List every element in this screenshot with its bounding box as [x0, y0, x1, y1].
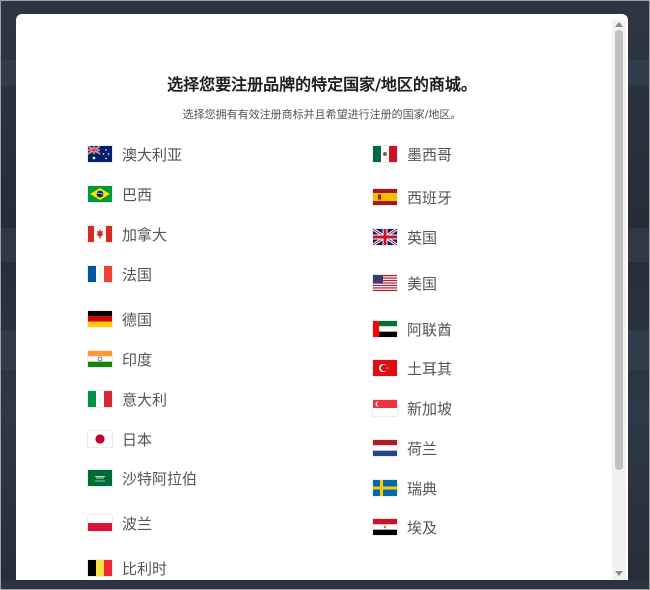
country-option-sweden[interactable]: 瑞典: [373, 476, 437, 500]
country-name: 意大利: [122, 390, 168, 409]
country-option-germany[interactable]: 德国: [88, 307, 152, 331]
country-name: 荷兰: [407, 439, 438, 458]
australia-flag-icon: [88, 146, 112, 162]
united-states-flag-icon: [373, 275, 397, 291]
country-name: 瑞典: [407, 479, 438, 498]
country-option-canada[interactable]: 加拿大: [88, 222, 167, 246]
country-name: 美国: [407, 274, 438, 293]
turkey-flag-icon: [373, 360, 397, 376]
france-flag-icon: [88, 266, 112, 282]
saudi-arabia-flag-icon: [88, 470, 112, 486]
belgium-flag-icon: [88, 560, 112, 576]
country-name: 西班牙: [407, 188, 453, 207]
country-name: 墨西哥: [407, 145, 453, 164]
country-option-australia[interactable]: 澳大利亚: [88, 142, 182, 166]
country-option-france[interactable]: 法国: [88, 262, 152, 286]
country-option-brazil[interactable]: 巴西: [88, 182, 152, 206]
country-name: 波兰: [122, 514, 153, 533]
country-name: 加拿大: [122, 225, 168, 244]
country-name: 阿联酋: [407, 320, 453, 339]
country-option-italy[interactable]: 意大利: [88, 387, 167, 411]
uae-flag-icon: [373, 321, 397, 337]
india-flag-icon: [88, 351, 112, 367]
egypt-flag-icon: [373, 519, 397, 535]
country-name: 印度: [122, 350, 153, 369]
mexico-flag-icon: [373, 146, 397, 162]
spain-flag-icon: [373, 189, 397, 205]
scroll-thumb[interactable]: [615, 30, 623, 470]
country-option-japan[interactable]: 日本: [88, 427, 152, 451]
country-name: 日本: [122, 430, 153, 449]
country-option-egypt[interactable]: 埃及: [373, 515, 437, 539]
scroll-down-arrow-icon[interactable]: [615, 571, 623, 576]
japan-flag-icon: [88, 431, 112, 447]
country-name: 德国: [122, 310, 153, 329]
country-name: 英国: [407, 228, 438, 247]
country-option-singapore[interactable]: 新加坡: [373, 396, 452, 420]
country-select-modal: 选择您要注册品牌的特定国家/地区的商城。 选择您拥有有效注册商标并且希望进行注册…: [16, 14, 628, 580]
italy-flag-icon: [88, 391, 112, 407]
sweden-flag-icon: [373, 480, 397, 496]
country-name: 巴西: [122, 185, 153, 204]
country-option-united-kingdom[interactable]: 英国: [373, 225, 437, 249]
country-option-saudi-arabia[interactable]: 沙特阿拉伯: [88, 466, 197, 490]
country-option-spain[interactable]: 西班牙: [373, 185, 452, 209]
singapore-flag-icon: [373, 400, 397, 416]
modal-scrollbar[interactable]: [612, 20, 626, 580]
backdrop-bottom: [0, 580, 650, 590]
country-option-belgium[interactable]: 比利时: [88, 556, 167, 580]
country-name: 沙特阿拉伯: [122, 469, 198, 488]
country-option-mexico[interactable]: 墨西哥: [373, 142, 452, 166]
country-option-turkey[interactable]: 土耳其: [373, 356, 452, 380]
country-option-netherlands[interactable]: 荷兰: [373, 436, 437, 460]
country-name: 土耳其: [407, 359, 453, 378]
united-kingdom-flag-icon: [373, 229, 397, 245]
scroll-up-arrow-icon[interactable]: [615, 22, 623, 27]
poland-flag-icon: [88, 515, 112, 531]
country-name: 法国: [122, 265, 153, 284]
country-option-india[interactable]: 印度: [88, 347, 152, 371]
modal-title: 选择您要注册品牌的特定国家/地区的商城。: [167, 75, 477, 94]
country-name: 新加坡: [407, 399, 453, 418]
country-option-poland[interactable]: 波兰: [88, 511, 152, 535]
country-name: 比利时: [122, 559, 168, 578]
netherlands-flag-icon: [373, 440, 397, 456]
modal-subtitle: 选择您拥有有效注册商标并且希望进行注册的国家/地区。: [182, 108, 462, 121]
germany-flag-icon: [88, 311, 112, 327]
country-name: 埃及: [407, 518, 438, 537]
brazil-flag-icon: [88, 186, 112, 202]
country-option-united-states[interactable]: 美国: [373, 271, 437, 295]
country-option-uae[interactable]: 阿联酋: [373, 317, 452, 341]
canada-flag-icon: [88, 226, 112, 242]
country-name: 澳大利亚: [122, 145, 183, 164]
